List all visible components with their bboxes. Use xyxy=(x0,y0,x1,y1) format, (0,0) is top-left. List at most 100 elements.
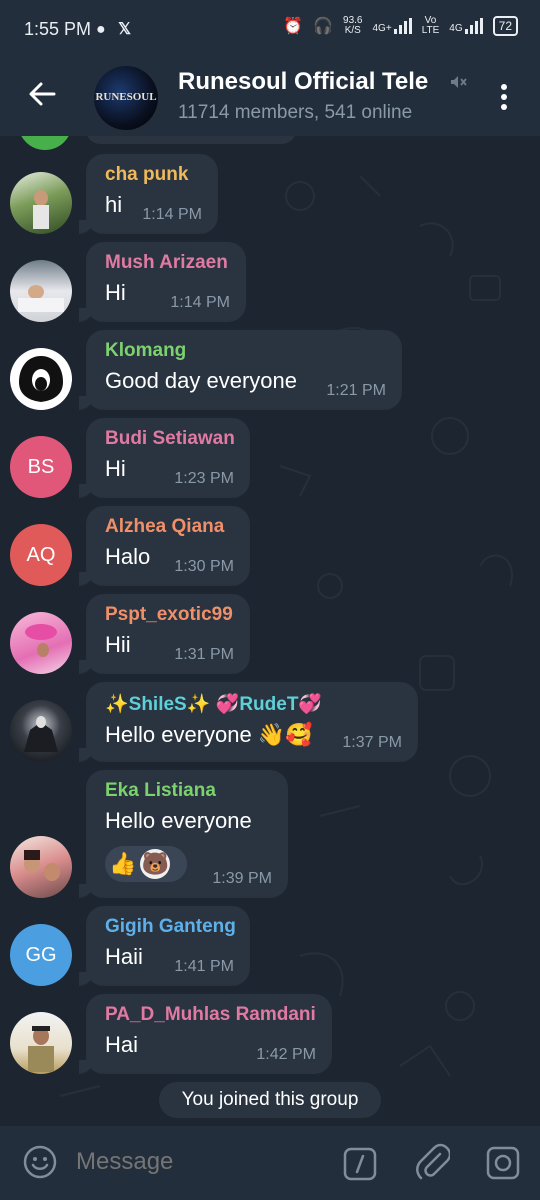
message-time: 1:39 PM xyxy=(212,870,272,887)
chat-header: RUNESOUL Runesoul Official Tele 11714 me… xyxy=(0,58,540,136)
message-bubble[interactable]: Mush Arizaen Hi 1:14 PM xyxy=(79,242,246,322)
message-text: Hi xyxy=(105,280,126,305)
message-input-bar xyxy=(0,1126,540,1200)
more-options-icon[interactable] xyxy=(496,82,512,112)
message-text: Hello everyone 👋🥰 xyxy=(105,722,313,747)
chat-area[interactable]: cha punk hi 1:14 PM Mush Arizaen Hi 1:14… xyxy=(0,136,540,1126)
message-time: 1:42 PM xyxy=(256,1046,316,1063)
message-bubble[interactable]: cha punk hi 1:14 PM xyxy=(79,154,218,234)
avatar-initials-text: BS xyxy=(27,456,55,478)
message-bubble[interactable]: Eka Listiana Hello everyone 👍 🐻 1:39 PM xyxy=(79,770,288,898)
sender-name[interactable]: Mush Arizaen xyxy=(105,252,228,274)
message-text: Hai xyxy=(105,1032,139,1057)
sender-name[interactable]: Alzhea Qiana xyxy=(105,516,232,538)
message-time: 1:31 PM xyxy=(174,646,234,663)
alarm-icon: ⏰ xyxy=(283,18,304,35)
sender-name[interactable]: PA_D_Muhlas Ramdani xyxy=(105,1004,316,1026)
group-title[interactable]: Runesoul Official Tele xyxy=(178,68,468,96)
sender-name[interactable]: cha punk xyxy=(105,164,200,186)
message-time: 1:23 PM xyxy=(174,470,234,487)
avatar[interactable] xyxy=(10,612,72,674)
hooded-figure-icon xyxy=(19,356,63,402)
sender-name[interactable]: Gigih Ganteng xyxy=(105,916,236,938)
signal-bars-icon xyxy=(464,18,483,34)
message-input[interactable] xyxy=(76,1148,316,1176)
group-avatar[interactable]: RUNESOUL xyxy=(94,66,158,130)
avatar-photo xyxy=(28,1026,54,1072)
message-text: Hii xyxy=(105,632,131,657)
muted-icon xyxy=(451,76,467,88)
message-text: hi xyxy=(105,192,123,217)
back-arrow-icon[interactable] xyxy=(26,78,58,110)
avatar-photo xyxy=(33,190,49,229)
sticker-reaction-emoji: 🐻 xyxy=(141,851,170,876)
group-avatar-logo-text: RUNESOUL xyxy=(95,91,157,103)
sticker-reaction[interactable]: 🐻 xyxy=(140,849,171,879)
avatar[interactable] xyxy=(10,260,72,322)
sender-name[interactable]: Pspt_exotic99 xyxy=(105,604,233,626)
speed-unit: K/S xyxy=(344,25,361,36)
signal-4g: 4G xyxy=(449,18,483,34)
avatar[interactable] xyxy=(10,1012,72,1074)
status-time: 1:55 PM xyxy=(24,19,92,39)
avatar-initials-text: AQ xyxy=(26,544,56,566)
previous-message-bubble xyxy=(86,136,296,144)
avatar[interactable] xyxy=(10,700,72,762)
message-time: 1:14 PM xyxy=(142,206,202,223)
reactions-bar[interactable]: 👍 🐻 xyxy=(105,846,187,882)
message-text: Halo xyxy=(105,544,151,569)
signal-4gplus: 4G+ xyxy=(373,18,412,34)
sender-name[interactable]: Eka Listiana xyxy=(105,780,270,802)
emoji-icon[interactable] xyxy=(22,1144,58,1180)
message-text: Haii xyxy=(105,944,143,969)
network-speed: 93.6 K/S xyxy=(343,16,362,36)
message-bubble[interactable]: PA_D_Muhlas Ramdani Hai 1:42 PM xyxy=(79,994,332,1074)
bot-commands-icon[interactable] xyxy=(342,1146,378,1182)
camera-icon[interactable] xyxy=(484,1144,522,1182)
message-time: 1:41 PM xyxy=(174,958,234,975)
avatar-initials[interactable]: BS xyxy=(10,436,72,498)
message-bubble[interactable]: Gigih Ganteng Haii 1:41 PM xyxy=(79,906,250,986)
message-text: Hi xyxy=(105,456,126,481)
thumbs-up-reaction[interactable]: 👍 xyxy=(109,846,136,882)
status-right: ⏰ 🎧 93.6 K/S 4G+ Vo LTE 4G 72 xyxy=(283,16,518,36)
headphones-icon: 🎧 xyxy=(313,18,334,35)
message-text: Good day everyone xyxy=(105,368,298,393)
x-app-icon: 𝕏 xyxy=(118,21,136,38)
avatar-photo xyxy=(18,285,64,312)
message-bubble[interactable]: Budi Setiawan Hi 1:23 PM xyxy=(79,418,250,498)
notification-icons: ● 𝕏 xyxy=(96,19,135,39)
avatar-initials-text: GG xyxy=(25,944,57,966)
message-time: 1:21 PM xyxy=(326,382,386,399)
message-bubble[interactable]: ✨ShileS✨ 💞RudeT💞 Hello everyone 👋🥰 1:37 … xyxy=(79,682,418,762)
avatar-initials[interactable]: AQ xyxy=(10,524,72,586)
avatar-photo xyxy=(24,716,58,752)
chat-notification-icon: ● xyxy=(96,21,110,38)
net1-label: 4G+ xyxy=(372,23,392,34)
system-message: You joined this group xyxy=(159,1082,381,1118)
avatar-photo xyxy=(24,850,60,881)
avatar[interactable] xyxy=(10,836,72,898)
avatar[interactable] xyxy=(10,172,72,234)
message-bubble[interactable]: Klomang Good day everyone 1:21 PM xyxy=(79,330,402,410)
volte-indicator: Vo LTE xyxy=(422,16,440,36)
sender-name[interactable]: Budi Setiawan xyxy=(105,428,235,450)
group-subtitle: 11714 members, 541 online xyxy=(178,102,413,123)
sender-name[interactable]: ✨ShileS✨ 💞RudeT💞 xyxy=(105,692,400,716)
volte-bottom: LTE xyxy=(421,25,440,36)
signal-bars-icon xyxy=(393,18,412,34)
status-bar: 1:55 PM ● 𝕏 ⏰ 🎧 93.6 K/S 4G+ Vo LTE 4G 7… xyxy=(0,0,540,58)
attach-icon[interactable] xyxy=(414,1142,450,1182)
avatar[interactable] xyxy=(10,348,72,410)
message-time: 1:30 PM xyxy=(174,558,234,575)
message-time: 1:14 PM xyxy=(170,294,230,311)
message-time: 1:37 PM xyxy=(342,734,402,751)
message-bubble[interactable]: Alzhea Qiana Halo 1:30 PM xyxy=(79,506,250,586)
battery-indicator: 72 xyxy=(492,16,518,36)
sender-name[interactable]: Klomang xyxy=(105,340,384,362)
avatar-initials[interactable]: GG xyxy=(10,924,72,986)
avatar-photo xyxy=(25,624,57,657)
message-text: Hello everyone xyxy=(105,808,252,833)
message-bubble[interactable]: Pspt_exotic99 Hii 1:31 PM xyxy=(79,594,250,674)
net3-label: 4G xyxy=(449,23,463,34)
